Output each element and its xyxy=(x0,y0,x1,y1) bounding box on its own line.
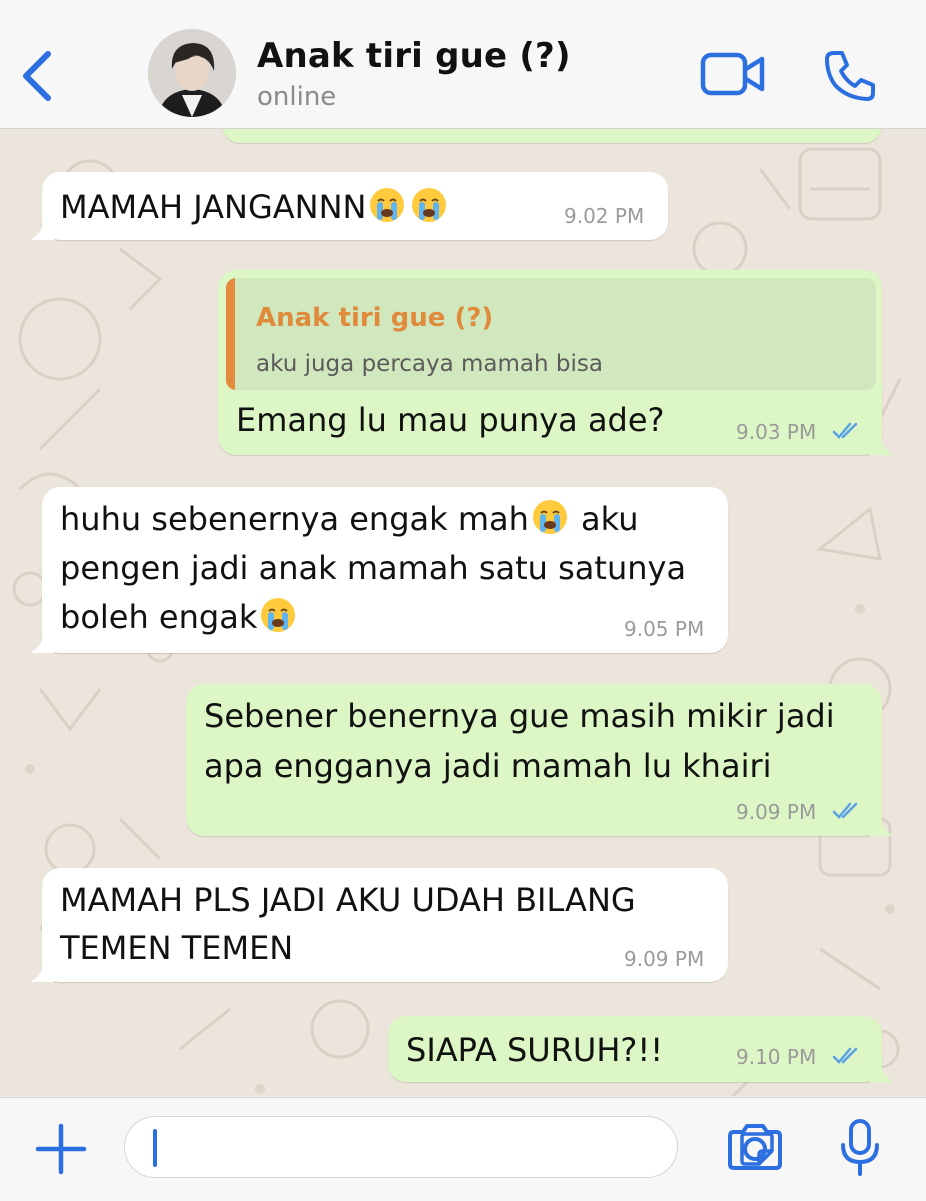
read-receipt-icon xyxy=(832,1047,858,1064)
message-line: boleh engak xyxy=(60,598,258,636)
chat-header: Anak tiri gue (?) online xyxy=(0,0,926,129)
contact-status: online xyxy=(257,82,337,112)
message-input-bar xyxy=(0,1097,926,1201)
message-line: pengen jadi anak mamah satu satunya xyxy=(60,549,687,587)
bubble-tail xyxy=(870,1062,894,1082)
read-receipt-icon xyxy=(832,422,858,439)
bubble-tail xyxy=(30,633,54,653)
video-camera-icon xyxy=(700,52,765,96)
message-bubble-outgoing[interactable]: Anak tiri gue (?) aku juga percaya mamah… xyxy=(218,270,894,455)
message-time: 9.05 PM xyxy=(624,617,705,641)
quoted-message[interactable]: Anak tiri gue (?) aku juga percaya mamah… xyxy=(226,278,876,390)
message-bubble-partial xyxy=(222,129,882,143)
message-line: MAMAH PLS JADI AKU UDAH BILANG xyxy=(60,881,636,919)
message-bubble-outgoing[interactable]: Sebener benernya gue masih mikir jadi ap… xyxy=(186,684,894,836)
message-time: 9.03 PM xyxy=(736,420,817,444)
message-text: SIAPA SURUH?!! xyxy=(406,1031,664,1069)
message-bubble-incoming[interactable]: MAMAH JANGANNN 9.02 PM xyxy=(30,172,668,240)
message-time: 9.09 PM xyxy=(624,947,705,971)
crying-face-icon xyxy=(370,188,405,222)
read-receipt-icon xyxy=(832,802,858,819)
camera-button[interactable] xyxy=(726,1122,784,1172)
message-time: 9.10 PM xyxy=(736,1045,817,1069)
message-line: apa engganya jadi mamah lu khairi xyxy=(204,747,772,785)
bubble-tail xyxy=(870,816,894,836)
bubble-tail xyxy=(30,962,54,982)
contact-name[interactable]: Anak tiri gue (?) xyxy=(257,36,571,76)
chat-area[interactable]: MAMAH JANGANNN 9.02 PM Anak tiri gue (?) xyxy=(0,129,926,1096)
voice-call-button[interactable] xyxy=(822,48,878,104)
message-bubble-incoming[interactable]: huhu sebenernya engak mah aku pengen jad… xyxy=(30,487,728,653)
chevron-left-icon xyxy=(23,51,51,101)
video-call-button[interactable] xyxy=(700,52,766,96)
quote-text: aku juga percaya mamah bisa xyxy=(256,351,603,377)
attach-button[interactable] xyxy=(34,1122,88,1176)
crying-face-icon xyxy=(261,598,296,632)
avatar-photo xyxy=(148,29,236,117)
message-text: Emang lu mau punya ade? xyxy=(236,401,665,439)
message-line: TEMEN TEMEN xyxy=(60,929,294,967)
message-bubble-outgoing[interactable]: SIAPA SURUH?!! 9.10 PM xyxy=(388,1016,894,1082)
plus-icon xyxy=(35,1123,87,1175)
message-text: MAMAH JANGANNN xyxy=(60,188,367,226)
message-line: aku xyxy=(570,500,639,538)
crying-face-icon xyxy=(412,188,447,222)
message-line: huhu sebenernya engak mah xyxy=(60,500,529,538)
bubble-tail xyxy=(870,435,894,455)
back-button[interactable] xyxy=(18,46,58,106)
text-caret xyxy=(153,1129,157,1167)
contact-avatar[interactable] xyxy=(148,29,236,117)
message-bubble-incoming[interactable]: MAMAH PLS JADI AKU UDAH BILANG TEMEN TEM… xyxy=(30,868,728,982)
bubble-tail xyxy=(30,220,54,240)
voice-message-button[interactable] xyxy=(838,1118,882,1178)
message-line: Sebener benernya gue masih mikir jadi xyxy=(204,697,835,735)
crying-face-icon xyxy=(532,500,567,534)
phone-icon xyxy=(825,51,875,101)
message-time: 9.02 PM xyxy=(564,204,645,228)
camera-icon xyxy=(728,1124,782,1170)
quote-bar xyxy=(226,278,235,390)
microphone-icon xyxy=(841,1119,879,1176)
quote-author: Anak tiri gue (?) xyxy=(256,303,494,333)
message-input[interactable] xyxy=(124,1116,774,1178)
message-time: 9.09 PM xyxy=(736,800,817,824)
